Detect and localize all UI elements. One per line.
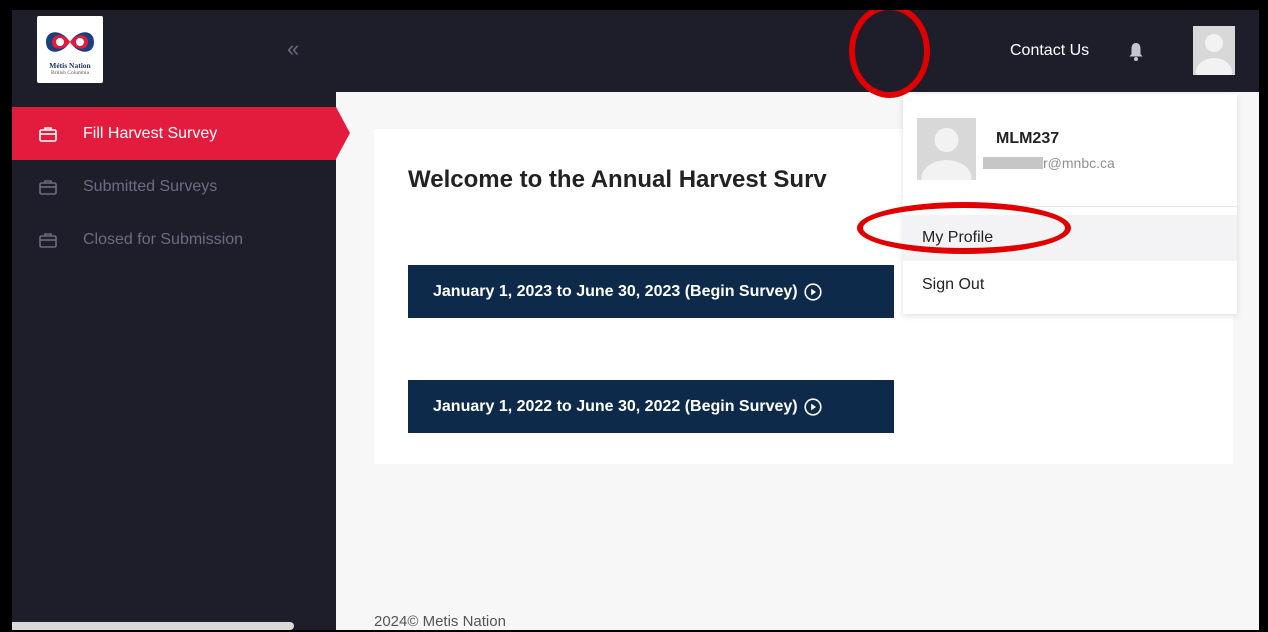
play-circle-icon [804, 397, 822, 416]
metis-nation-logo[interactable]: Métis Nation British Columbia [37, 16, 103, 83]
my-profile-menu-item[interactable]: My Profile [903, 215, 1237, 261]
briefcase-icon [39, 232, 57, 248]
user-avatar-icon [921, 128, 972, 180]
survey-button-label: January 1, 2023 to June 30, 2023 (Begin … [433, 282, 798, 300]
user-dropdown-menu: MLM237 r@mnbc.ca My Profile Sign Out [903, 94, 1237, 314]
redacted-block [983, 157, 1043, 169]
sidebar-item-label: Submitted Surveys [83, 177, 218, 195]
collapse-sidebar-icon[interactable]: « [287, 38, 299, 60]
survey-button-label: January 1, 2022 to June 30, 2022 (Begin … [433, 397, 798, 415]
infinity-logo-icon [46, 32, 94, 52]
sidebar-item-label: Closed for Submission [83, 230, 244, 248]
footer-text: 2024© Metis Nation [374, 613, 506, 630]
begin-survey-2022-button[interactable]: January 1, 2022 to June 30, 2022 (Begin … [408, 380, 894, 433]
sign-out-menu-item[interactable]: Sign Out [903, 262, 1237, 308]
briefcase-icon [39, 126, 57, 142]
play-circle-icon [804, 282, 822, 301]
app-frame: Métis Nation British Columbia « Fill Har… [12, 10, 1259, 630]
logo-subtitle: British Columbia [50, 69, 90, 76]
sidebar-item-label: Fill Harvest Survey [83, 124, 218, 142]
dropdown-email-text: r@mnbc.ca [1043, 155, 1115, 171]
sidebar: Métis Nation British Columbia « Fill Har… [12, 10, 350, 630]
topbar: Contact Us [336, 10, 1259, 92]
sidebar-item-fill-harvest-survey[interactable]: Fill Harvest Survey [12, 107, 350, 160]
page-title: Welcome to the Annual Harvest Surv [408, 166, 827, 193]
dropdown-username: MLM237 [996, 130, 1060, 147]
user-avatar-icon [1196, 34, 1232, 75]
dropdown-divider [903, 206, 1237, 207]
logo-title: Métis Nation [49, 61, 91, 71]
user-avatar-button[interactable] [1193, 26, 1235, 75]
sidebar-item-closed-for-submission[interactable]: Closed for Submission [12, 213, 336, 266]
dropdown-avatar [917, 118, 976, 180]
sidebar-item-submitted-surveys[interactable]: Submitted Surveys [12, 160, 336, 213]
contact-us-link[interactable]: Contact Us [1010, 42, 1089, 60]
sidebar-scrollbar[interactable] [12, 622, 294, 630]
bell-icon[interactable] [1129, 41, 1143, 61]
sidebar-nav: Fill Harvest Survey Submitted Surveys Cl… [12, 107, 350, 266]
briefcase-icon [39, 179, 57, 195]
begin-survey-2023-button[interactable]: January 1, 2023 to June 30, 2023 (Begin … [408, 265, 894, 318]
dropdown-email: r@mnbc.ca [983, 155, 1115, 171]
